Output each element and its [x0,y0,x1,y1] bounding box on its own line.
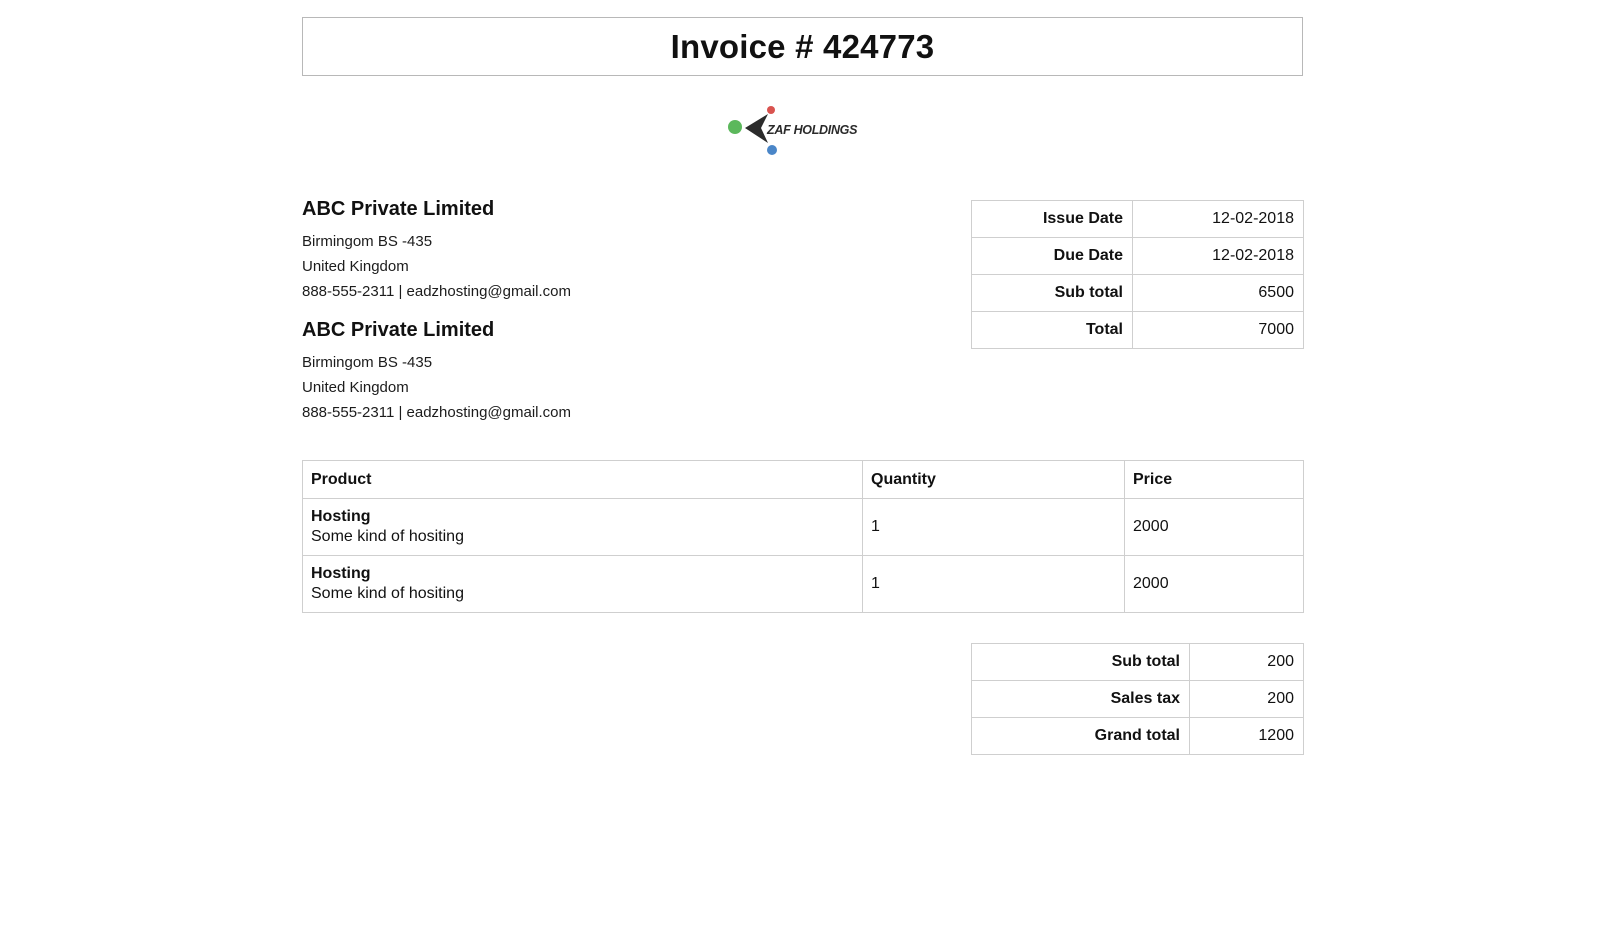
logo-text: ZAF HOLDINGS [766,123,858,137]
totals-row-grand-total: Grand total 1200 [971,717,1304,755]
meta-row-sub-total: Sub total 6500 [971,274,1304,312]
table-row: Hosting Some kind of hositing 1 2000 [302,498,1304,556]
party-contact: 888-555-2311 | eadzhosting@gmail.com [302,283,572,300]
totals-table: Sub total 200 Sales tax 200 Grand total … [971,643,1304,755]
product-name: Hosting [311,565,371,582]
quantity-cell: 1 [862,498,1125,556]
meta-row-issue-date: Issue Date 12-02-2018 [971,200,1304,238]
logo-green-dot-icon [728,120,742,134]
meta-value: 12-02-2018 [1132,200,1304,238]
meta-value: 12-02-2018 [1132,237,1304,275]
party-contact: 888-555-2311 | eadzhosting@gmail.com [302,404,572,421]
totals-label: Grand total [971,717,1190,755]
product-description: Some kind of hositing [311,528,464,545]
company-logo: ZAF HOLDINGS [728,106,858,155]
meta-row-total: Total 7000 [971,311,1304,349]
meta-value: 7000 [1132,311,1304,349]
invoice-header: Invoice # 424773 [302,17,1303,76]
price-cell: 2000 [1124,498,1304,556]
totals-value: 200 [1189,643,1304,681]
logo-red-dot-icon [767,106,775,114]
logo-blue-dot-icon [767,145,777,155]
billing-party-from: ABC Private Limited Birmingom BS -435 Un… [302,198,822,304]
product-name: Hosting [311,508,371,525]
product-description: Some kind of hositing [311,585,464,602]
column-header-price: Price [1124,460,1304,499]
table-header-row: Product Quantity Price [302,460,1304,499]
invoice-title: Invoice # 424773 [670,27,935,65]
totals-value: 200 [1189,680,1304,718]
totals-row-sales-tax: Sales tax 200 [971,680,1304,718]
invoice-page: Invoice # 424773 ZAF HOLDINGS ABC Privat… [0,0,1602,947]
meta-label: Sub total [971,274,1133,312]
meta-value: 6500 [1132,274,1304,312]
totals-label: Sub total [971,643,1190,681]
table-row: Hosting Some kind of hositing 1 2000 [302,555,1304,613]
totals-row-sub-total: Sub total 200 [971,643,1304,681]
party-address-line-2: United Kingdom [302,379,409,396]
meta-row-due-date: Due Date 12-02-2018 [971,237,1304,275]
product-cell: Hosting Some kind of hositing [302,555,863,613]
party-name: ABC Private Limited [302,198,495,220]
price-cell: 2000 [1124,555,1304,613]
line-items-table: Product Quantity Price Hosting Some kind… [302,460,1304,613]
meta-label: Due Date [971,237,1133,275]
totals-value: 1200 [1189,717,1304,755]
quantity-cell: 1 [862,555,1125,613]
invoice-meta-table: Issue Date 12-02-2018 Due Date 12-02-201… [971,200,1304,349]
party-address-line-1: Birmingom BS -435 [302,354,433,371]
product-cell: Hosting Some kind of hositing [302,498,863,556]
column-header-quantity: Quantity [862,460,1125,499]
party-address-line-1: Birmingom BS -435 [302,233,433,250]
column-header-product: Product [302,460,863,499]
totals-label: Sales tax [971,680,1190,718]
meta-label: Issue Date [971,200,1133,238]
meta-label: Total [971,311,1133,349]
billing-party-to: ABC Private Limited Birmingom BS -435 Un… [302,319,822,425]
party-address-line-2: United Kingdom [302,258,409,275]
party-name: ABC Private Limited [302,319,495,341]
logo-arrow-icon [745,114,768,143]
